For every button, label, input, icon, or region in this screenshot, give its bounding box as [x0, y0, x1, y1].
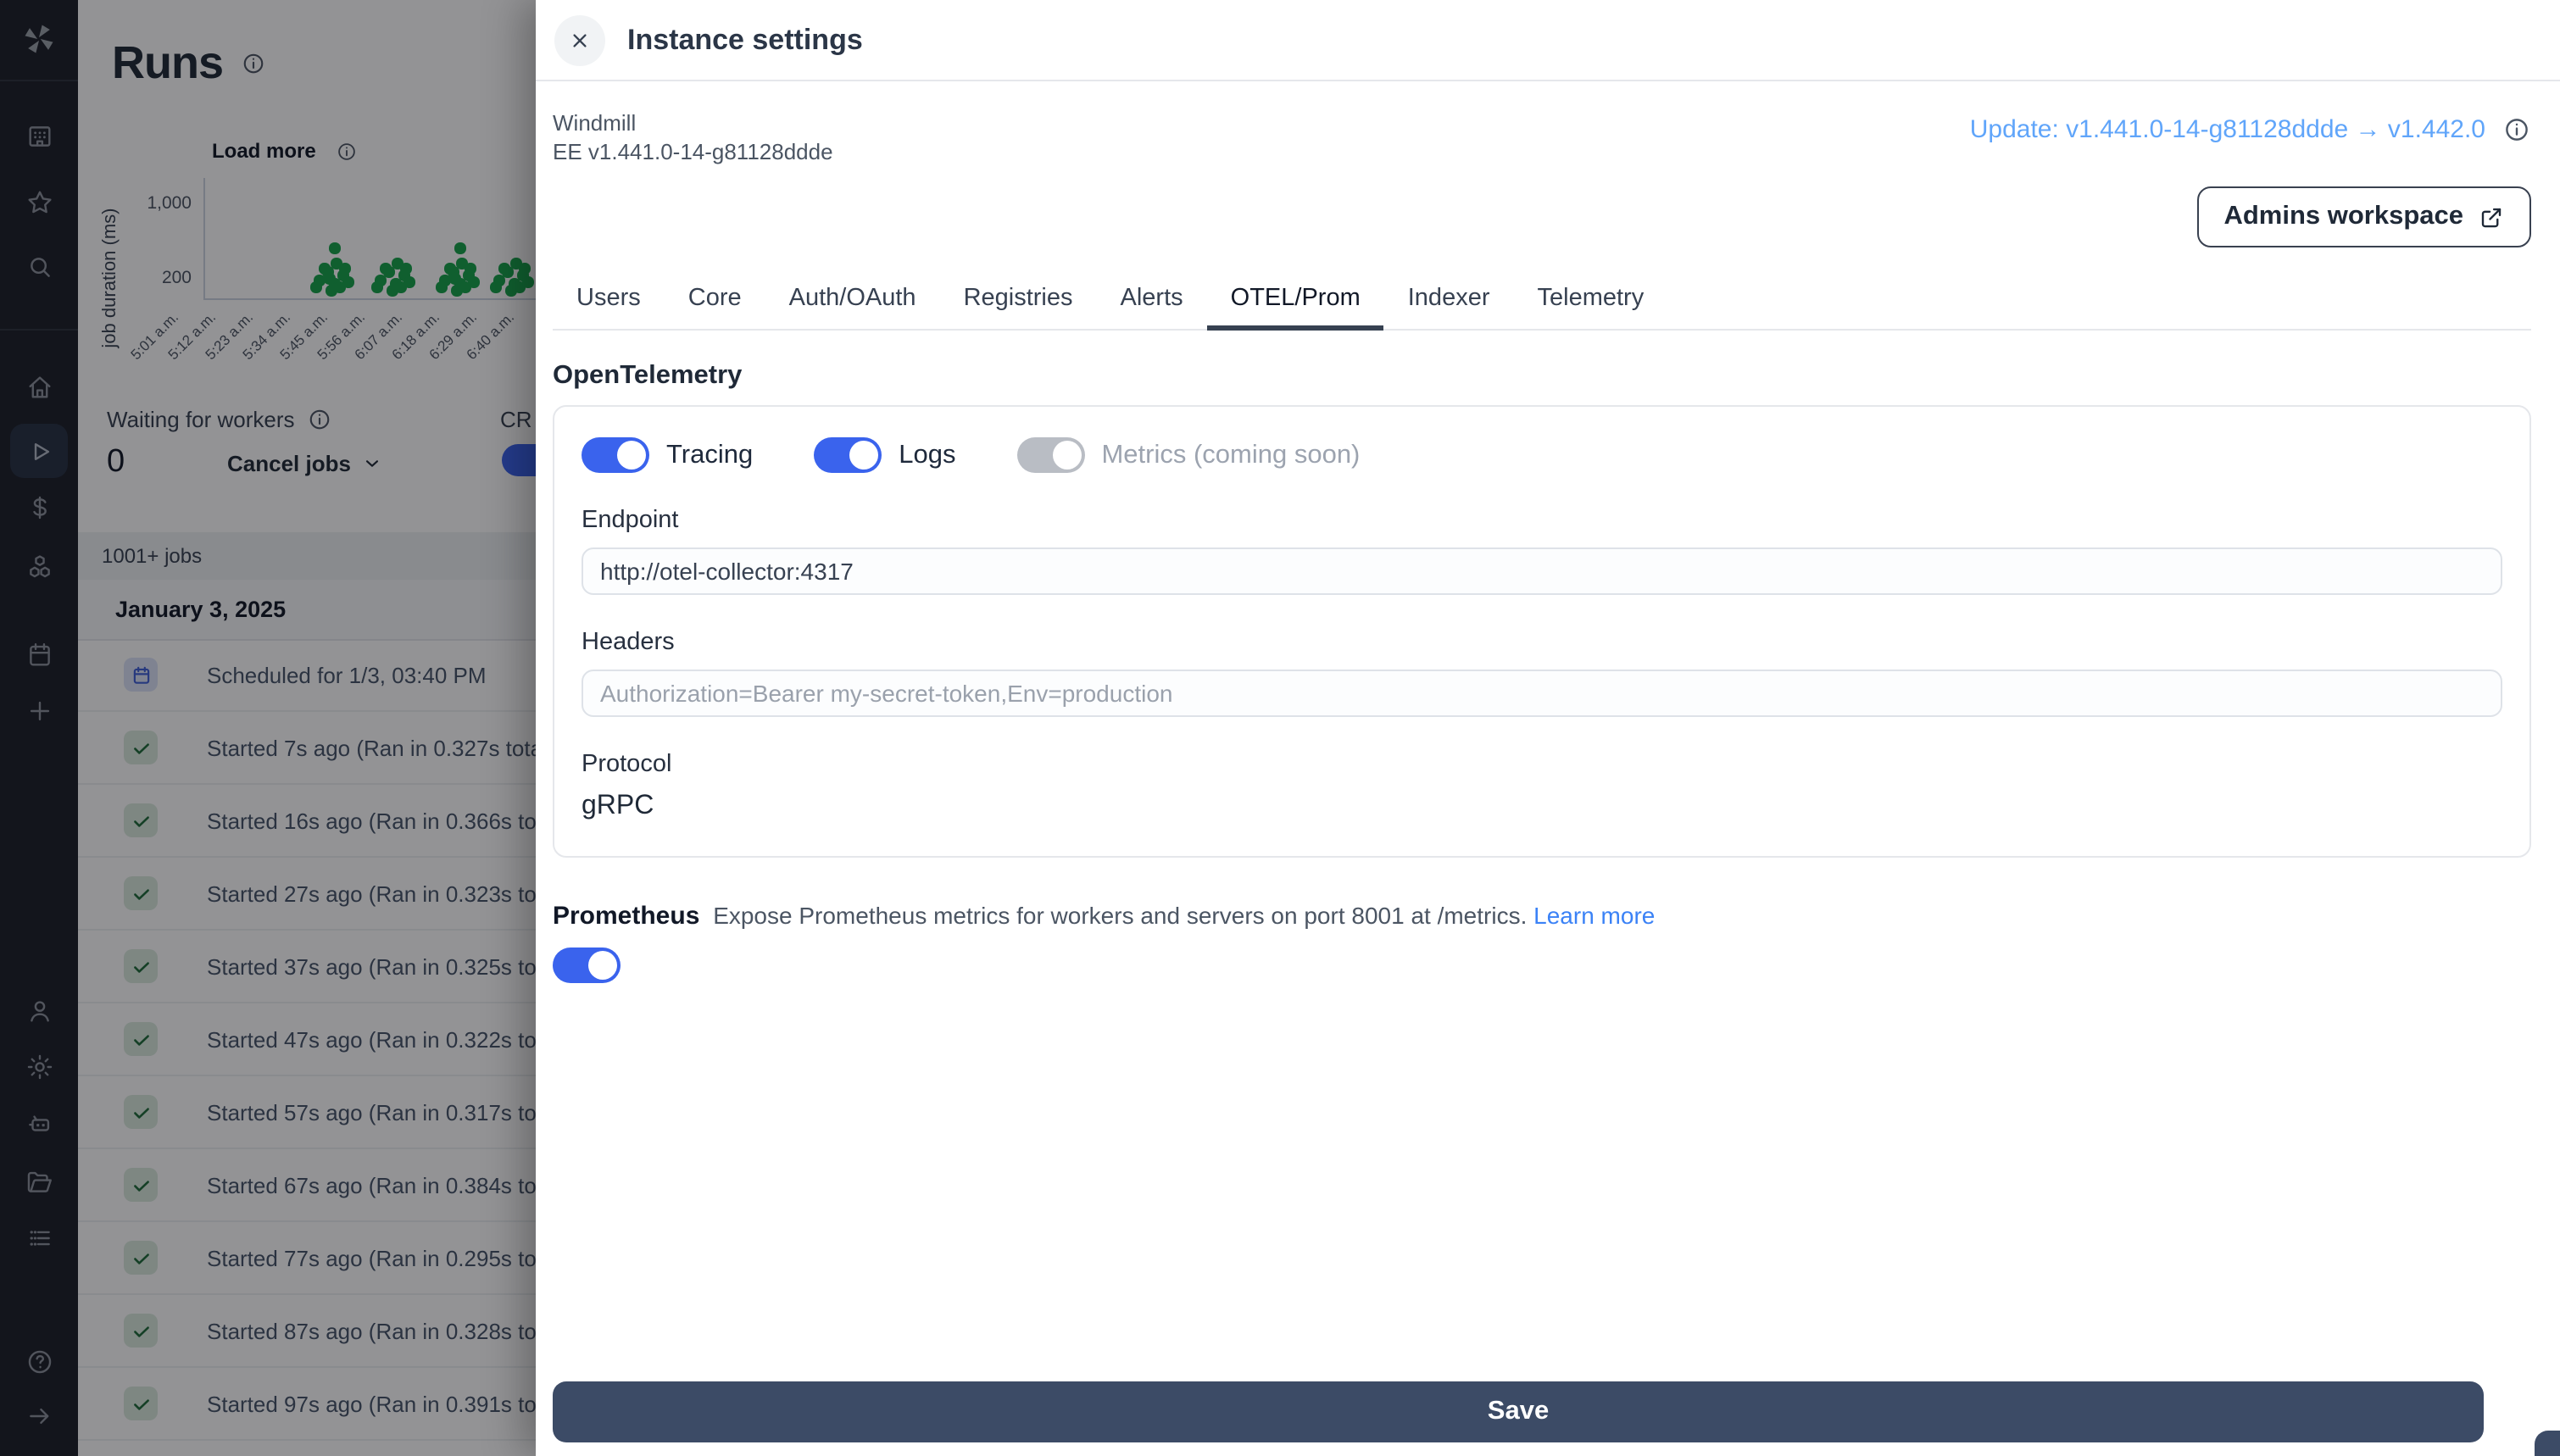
save-button[interactable]: Save: [553, 1381, 2484, 1442]
tab-registries[interactable]: Registries: [940, 285, 1097, 329]
tab-telemetry[interactable]: Telemetry: [1514, 285, 1668, 329]
otel-toggles-row: Tracing Logs Metrics (coming soon): [582, 437, 2502, 473]
close-button[interactable]: [554, 14, 605, 65]
admins-workspace-label: Admins workspace: [2223, 202, 2463, 231]
tab-alerts[interactable]: Alerts: [1097, 285, 1207, 329]
toggle-label: Tracing: [666, 440, 754, 469]
tab-otel-prom[interactable]: OTEL/Prom: [1206, 285, 1384, 331]
drawer-title: Instance settings: [627, 23, 863, 55]
endpoint-input[interactable]: [582, 547, 2502, 595]
tab-users[interactable]: Users: [553, 285, 665, 329]
external-link-icon: [2479, 204, 2504, 230]
instance-settings-drawer: Instance settings Windmill EE v1.441.0-1…: [536, 0, 2560, 1456]
headers-label: Headers: [582, 629, 675, 656]
tab-core[interactable]: Core: [665, 285, 765, 329]
toggle-switch[interactable]: [1016, 437, 1085, 473]
toggle-switch[interactable]: [582, 437, 649, 473]
prometheus-description: Expose Prometheus metrics for workers an…: [713, 902, 1528, 929]
drawer-body: Windmill EE v1.441.0-14-g81128ddde Updat…: [536, 81, 2560, 1456]
update-link[interactable]: Update: v1.441.0-14-g81128ddde → v1.442.…: [1970, 115, 2485, 144]
prometheus-section: Prometheus Expose Prometheus metrics for…: [553, 902, 2531, 983]
prometheus-title: Prometheus: [553, 902, 700, 931]
protocol-value: gRPC: [582, 792, 654, 820]
toggle-label: Logs: [899, 440, 956, 469]
product-version-block: Windmill EE v1.441.0-14-g81128ddde: [553, 108, 833, 166]
product-version: EE v1.441.0-14-g81128ddde: [553, 139, 833, 164]
otel-card: Tracing Logs Metrics (coming soon) Endpo…: [553, 405, 2531, 858]
toggle-switch[interactable]: [814, 437, 882, 473]
endpoint-label: Endpoint: [582, 507, 679, 534]
close-icon: [568, 28, 592, 52]
toggle-label: Metrics (coming soon): [1101, 440, 1361, 469]
app-window: Runs Load more job duration (ms) 1,000 20…: [0, 0, 2560, 1456]
update-info-icon[interactable]: [2502, 115, 2531, 144]
drawer-header: Instance settings: [536, 0, 2560, 81]
settings-tabs: Users Core Auth/OAuth Registries Alerts OTEL/…: [553, 285, 2531, 331]
admins-workspace-button[interactable]: Admins workspace: [2196, 186, 2531, 247]
otel-toggle-tracing: Tracing: [582, 437, 753, 473]
headers-input[interactable]: [582, 670, 2502, 717]
otel-toggle-metrics: Metrics (coming soon): [1016, 437, 1360, 473]
otel-toggle-logs: Logs: [814, 437, 955, 473]
product-name: Windmill: [553, 110, 637, 136]
prometheus-toggle[interactable]: [553, 948, 621, 983]
protocol-label: Protocol: [582, 751, 672, 778]
learn-more-link[interactable]: Learn more: [1533, 902, 1655, 929]
tab-indexer[interactable]: Indexer: [1384, 285, 1514, 329]
otel-section-heading: OpenTelemetry: [553, 361, 743, 390]
tab-auth-oauth[interactable]: Auth/OAuth: [765, 285, 940, 329]
floating-corner-button[interactable]: [2535, 1431, 2560, 1456]
